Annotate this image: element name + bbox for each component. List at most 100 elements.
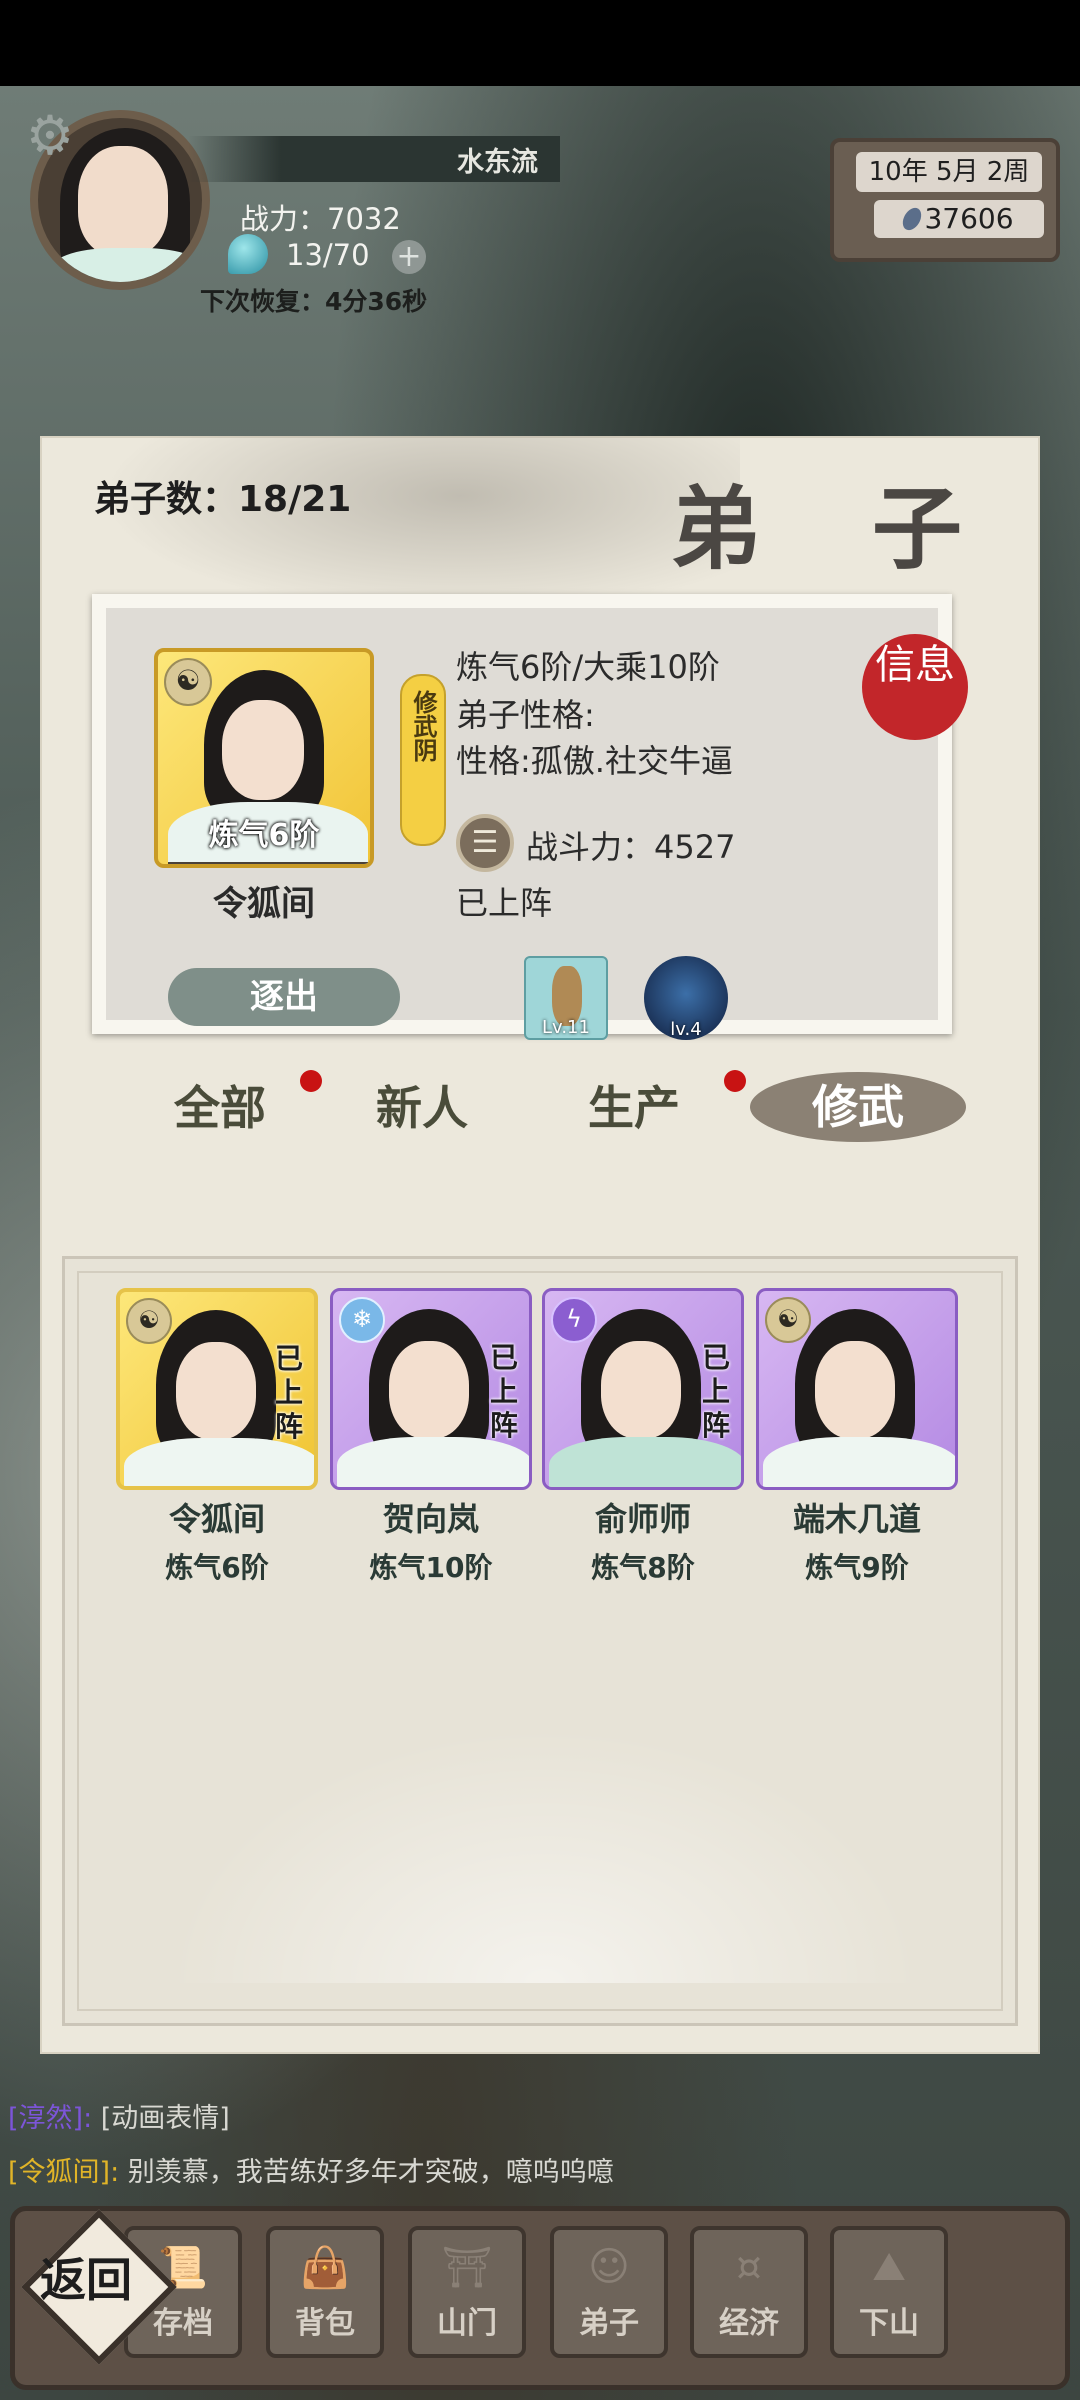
nav-label: 弟子 — [579, 2306, 639, 2341]
recover-timer: 下次恢复：4分36秒 — [200, 287, 428, 316]
nav-economy-button[interactable]: ¤ 经济 — [690, 2226, 808, 2358]
personality-label: 弟子性格: — [456, 696, 595, 734]
disciple-level: 炼气10阶 — [369, 1551, 493, 1584]
yinyang-icon: ☯ — [126, 1298, 172, 1344]
orb-item-slot[interactable]: lv.4 — [644, 956, 728, 1040]
disciple-portrait: ☯ 已上阵 — [116, 1288, 318, 1490]
info-card-inner: ☯ 炼气6阶 令狐间 修武阴 炼气6阶/大乘10阶 弟子性格: 性格:孤傲.社交… — [106, 608, 968, 1040]
add-stamina-button[interactable]: + — [392, 240, 426, 274]
disciple-level: 炼气8阶 — [591, 1551, 695, 1584]
chat-line: [淳然]: [动画表情] — [8, 2096, 230, 2135]
avatar-face — [78, 146, 168, 256]
deployed-label: 已上阵 — [489, 1341, 518, 1442]
status-bar — [0, 0, 1080, 86]
path-tag: 修武阴 — [400, 674, 446, 846]
chat-line: [令狐间]: 别羡慕，我苦练好多年才突破，噫呜呜噫 — [8, 2150, 614, 2189]
disciple-name: 贺向岚 — [382, 1500, 479, 1538]
orb-level: lv.4 — [670, 1019, 702, 1040]
nav-label: 背包 — [295, 2306, 355, 2341]
card-robe — [763, 1437, 955, 1487]
currency-value: 37606 — [924, 202, 1014, 235]
calendar-box: 10年 5月 2周 37606 — [830, 138, 1060, 262]
chat-sender: [令狐间]: — [8, 2157, 120, 2188]
coin-icon: ¤ — [736, 2244, 762, 2290]
tab-new[interactable]: 新人 — [376, 1072, 468, 1138]
nav-label: 下山 — [859, 2306, 919, 2341]
stamina-value: 13/70 — [286, 238, 370, 272]
back-label: 返回 — [40, 2253, 132, 2307]
nav-descend-button[interactable]: ⛰ 下山 — [830, 2226, 948, 2358]
card-face — [601, 1341, 681, 1439]
info-seal-button[interactable]: 信息 — [862, 634, 968, 740]
card-robe — [124, 1438, 314, 1486]
disciple-card[interactable]: ☯ 端木几道 炼气9阶 — [756, 1288, 958, 1586]
chat-sender: [淳然]: — [8, 2103, 93, 2134]
expel-button[interactable]: 逐出 — [168, 968, 400, 1026]
disciple-card[interactable]: ❄ 已上阵 贺向岚 炼气10阶 — [330, 1288, 532, 1586]
nav-disciples-button[interactable]: ☺ 弟子 — [550, 2226, 668, 2358]
tab-all-notification-dot — [300, 1070, 322, 1092]
deployed-label: 已上阵 — [701, 1341, 730, 1442]
yinyang-icon: ☯ — [164, 658, 212, 706]
gate-icon: ⛩ — [441, 2245, 493, 2291]
disciple-name: 端木几道 — [792, 1500, 921, 1538]
yinyang-icon: ☯ — [765, 1297, 811, 1343]
portrait-face — [222, 700, 304, 800]
disciple-portrait: ϟ 已上阵 — [542, 1288, 744, 1490]
card-robe — [337, 1437, 529, 1487]
nav-label: 经济 — [719, 2306, 779, 2341]
deployed-label: 已上阵 — [274, 1342, 303, 1443]
spirit-stone-icon — [899, 204, 926, 234]
personality-text: 性格:孤傲.社交牛逼 — [456, 742, 733, 780]
mountain-decoration — [105, 1683, 985, 1983]
card-robe — [549, 1437, 741, 1487]
nav-gate-button[interactable]: ⛩ 山门 — [408, 2226, 526, 2358]
list-menu-icon[interactable]: ☰ — [456, 814, 514, 872]
gourd-item-slot[interactable]: Lv.11 — [524, 956, 608, 1040]
gourd-level: Lv.11 — [542, 1017, 590, 1038]
bag-icon: 👜 — [300, 2245, 350, 2291]
nav-label: 山门 — [437, 2306, 497, 2341]
tab-martial[interactable]: 修武 — [750, 1072, 966, 1142]
stamina-drop-icon — [228, 234, 268, 274]
tab-production[interactable]: 生产 — [588, 1072, 680, 1138]
disciple-card[interactable]: ☯ 已上阵 令狐间 炼气6阶 — [116, 1288, 318, 1586]
tab-production-notification-dot — [724, 1070, 746, 1092]
deploy-status: 已上阵 — [456, 884, 553, 922]
nav-bag-button[interactable]: 👜 背包 — [266, 2226, 384, 2358]
disciple-icon: ☺ — [588, 2244, 630, 2290]
card-face — [176, 1342, 256, 1440]
ice-element-icon: ❄ — [339, 1297, 385, 1343]
combat-power: 战斗力：4527 — [526, 828, 736, 866]
disciple-name: 俞师师 — [594, 1500, 691, 1538]
mountain-icon: ⛰ — [872, 2244, 906, 2290]
player-name-bar: 水东流 — [188, 136, 560, 182]
selected-portrait[interactable]: ☯ 炼气6阶 — [154, 648, 374, 868]
disciple-info-card: ☯ 炼气6阶 令狐间 修武阴 炼气6阶/大乘10阶 弟子性格: 性格:孤傲.社交… — [92, 594, 968, 1040]
path-tag-text: 修武阴 — [409, 690, 437, 762]
player-name: 水东流 — [457, 147, 538, 178]
card-face — [815, 1341, 895, 1439]
stage-text: 炼气6阶/大乘10阶 — [456, 648, 720, 686]
disciple-count: 弟子数：18/21 — [94, 479, 352, 520]
card-face — [389, 1341, 469, 1439]
panel-title: 弟 子 — [670, 477, 1002, 582]
selected-name: 令狐间 — [213, 884, 315, 924]
currency-display: 37606 — [874, 200, 1044, 238]
disciples-panel: 弟子数：18/21 弟 子 ☯ 炼气6阶 令狐间 修武阴 炼气6阶/大乘10阶 … — [40, 436, 1040, 2054]
lightning-element-icon: ϟ — [551, 1297, 597, 1343]
player-power: 战力：7032 — [240, 202, 401, 236]
disciple-portrait: ❄ 已上阵 — [330, 1288, 532, 1490]
disciple-level: 炼气6阶 — [165, 1551, 269, 1584]
disciple-level: 炼气9阶 — [805, 1551, 909, 1584]
tab-all[interactable]: 全部 — [174, 1072, 266, 1138]
disciple-name: 令狐间 — [168, 1500, 265, 1538]
game-date: 10年 5月 2周 — [856, 152, 1042, 192]
settings-gear-icon[interactable]: ⚙ — [20, 106, 80, 166]
chat-message: 别羡慕，我苦练好多年才突破，噫呜呜噫 — [127, 2157, 614, 2188]
disciple-portrait: ☯ — [756, 1288, 958, 1490]
chat-message: [动画表情] — [100, 2103, 230, 2134]
disciple-card[interactable]: ϟ 已上阵 俞师师 炼气8阶 — [542, 1288, 744, 1586]
portrait-realm: 炼气6阶 — [208, 818, 320, 853]
tab-martial-label: 修武 — [812, 1080, 904, 1134]
